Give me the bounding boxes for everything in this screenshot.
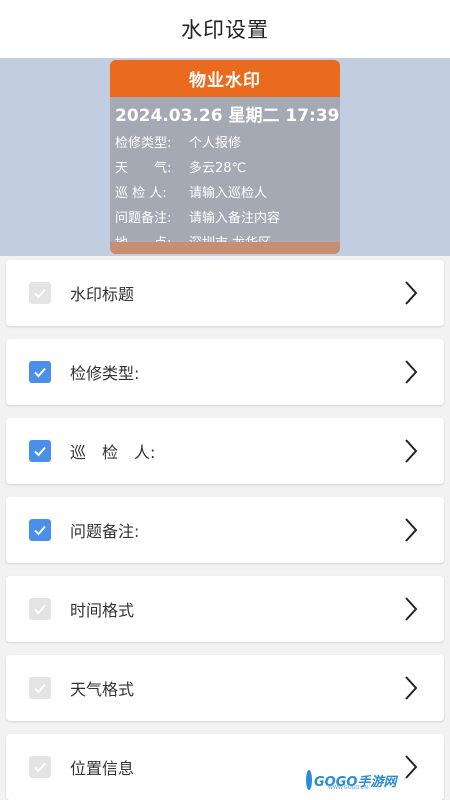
checkbox-checked[interactable] [29,440,51,462]
page-title: 水印设置 [181,18,269,42]
watermark-row-value: 多云28℃ [189,161,247,176]
logo-ring-icon [306,770,312,790]
watermark-row-key: 检修类型: [115,136,172,151]
watermark-row-value: 请输入巡检人 [189,186,268,201]
setting-item-inspector[interactable]: 巡 检 人: [6,418,444,484]
watermark-row-key: 天 气: [115,161,172,176]
watermark-preview-area: 物业水印 2024.03.26 星期二 17:39 检修类型: 个人报修 天 气… [0,58,450,256]
checkbox-disabled [29,598,51,620]
watermark-row-key: 问题备注: [115,211,172,226]
watermark-row-value: 个人报修 [189,136,242,151]
site-watermark-logo: GOGO手游网 WWW.GOGO.CN [306,767,396,793]
top-bar: 水印设置 [0,0,450,58]
setting-item-time-format[interactable]: 时间格式 [6,576,444,642]
chevron-right-icon [405,597,418,621]
setting-item-label: 检修类型: [70,364,140,383]
check-icon [34,367,46,378]
chevron-right-icon [405,281,418,305]
check-icon [34,446,46,457]
watermark-footer-bar [110,242,340,254]
watermark-row-key: 巡 检 人: [115,186,167,201]
chevron-right-icon [405,676,418,700]
chevron-right-icon [405,360,418,384]
watermark-row-remark: 问题备注: 请输入备注内容 [110,207,340,226]
checkbox-checked[interactable] [29,519,51,541]
watermark-row-weather: 天 气: 多云28℃ [110,157,340,176]
watermark-row-value: 请输入备注内容 [189,211,281,226]
watermark-title: 物业水印 [110,60,340,97]
setting-item-weather-format[interactable]: 天气格式 [6,655,444,721]
check-icon [34,604,46,615]
check-icon [34,288,46,299]
check-icon [34,683,46,694]
setting-item-label: 位置信息 [70,759,135,778]
checkbox-disabled [29,282,51,304]
setting-item-watermark-title[interactable]: 水印标题 [6,260,444,326]
checkbox-checked[interactable] [29,361,51,383]
checkbox-disabled [29,677,51,699]
chevron-right-icon [405,755,418,779]
checkbox-disabled [29,756,51,778]
setting-item-label: 水印标题 [70,285,135,304]
chevron-right-icon [405,439,418,463]
setting-item-repair-type[interactable]: 检修类型: [6,339,444,405]
watermark-datetime: 2024.03.26 星期二 17:39 [115,106,340,126]
chevron-right-icon [405,518,418,542]
setting-item-label: 时间格式 [70,601,135,620]
setting-item-label: 巡 检 人: [70,443,156,462]
check-icon [34,525,46,536]
logo-subtext: WWW.GOGO.CN [328,785,369,791]
watermark-card: 物业水印 2024.03.26 星期二 17:39 检修类型: 个人报修 天 气… [110,60,340,254]
watermark-row-inspector: 巡 检 人: 请输入巡检人 [110,182,340,201]
setting-item-problem-remark[interactable]: 问题备注: [6,497,444,563]
check-icon [34,762,46,773]
watermark-row-repair-type: 检修类型: 个人报修 [110,132,340,151]
setting-item-label: 天气格式 [70,680,135,699]
setting-item-label: 问题备注: [70,522,140,541]
